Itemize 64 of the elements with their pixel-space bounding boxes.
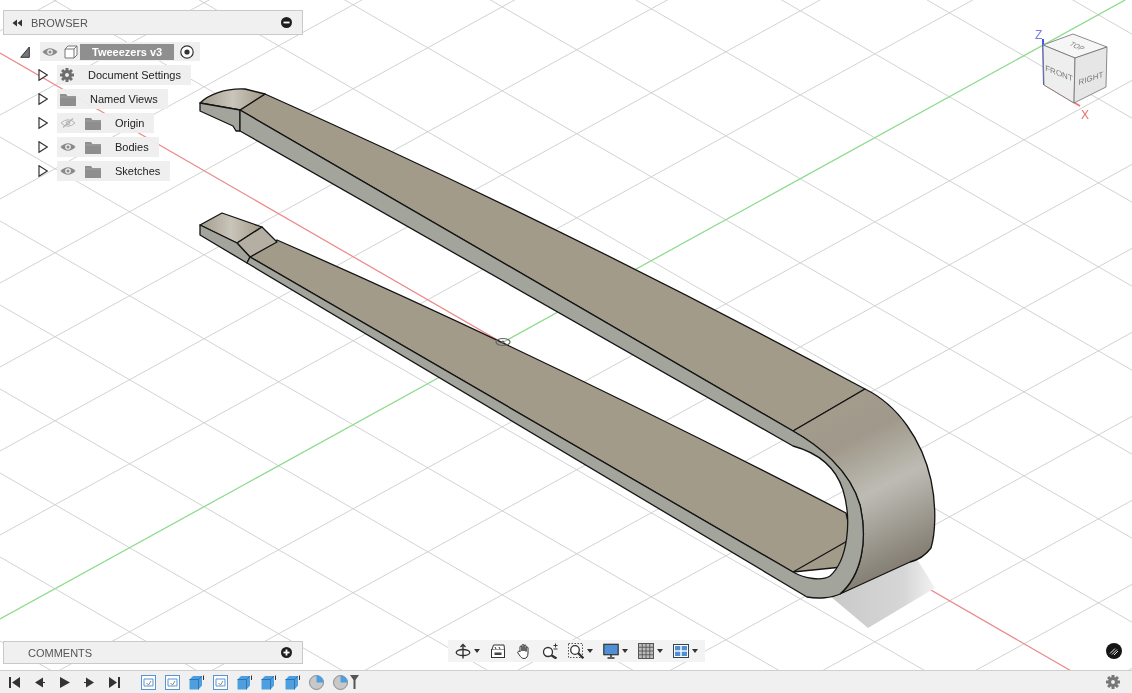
activate-radio-icon[interactable] xyxy=(180,44,195,59)
expand-icon[interactable] xyxy=(38,117,48,129)
orbit-icon xyxy=(455,643,471,659)
panel-title: BROWSER xyxy=(31,16,89,29)
hand-icon xyxy=(516,643,532,659)
caret-icon[interactable] xyxy=(692,649,698,653)
caret-icon[interactable] xyxy=(587,649,593,653)
sketch-feature-icon[interactable] xyxy=(165,674,180,690)
folder-icon xyxy=(85,140,101,154)
extrude-feature-icon[interactable] xyxy=(237,674,252,690)
tree-item[interactable]: Sketches xyxy=(57,161,171,181)
monitor-icon xyxy=(603,643,619,659)
expand-icon[interactable] xyxy=(38,141,48,153)
display-settings-tool[interactable] xyxy=(600,641,631,661)
folder-icon xyxy=(60,92,76,106)
zoom-fit-icon xyxy=(568,643,584,659)
origin-icon[interactable] xyxy=(495,337,511,347)
step-forward-icon xyxy=(84,676,95,688)
skip-end-icon xyxy=(109,676,120,688)
caret-icon[interactable] xyxy=(657,649,663,653)
eye-icon[interactable] xyxy=(42,46,58,57)
sketch-feature-icon[interactable] xyxy=(141,674,156,690)
striped-disc-icon[interactable] xyxy=(1106,643,1122,659)
folder-icon xyxy=(85,116,101,130)
eye-icon[interactable] xyxy=(60,142,76,152)
component-box-icon xyxy=(64,44,78,59)
axis-label: X xyxy=(1081,108,1089,122)
tree-item[interactable]: Named Views xyxy=(57,89,168,109)
viewports-tool[interactable] xyxy=(670,641,701,661)
first-step-button[interactable] xyxy=(6,674,23,690)
extrude-feature-icon[interactable] xyxy=(261,674,276,690)
grid-icon xyxy=(638,643,654,659)
tree-item[interactable]: Bodies xyxy=(57,137,159,157)
plus-circle-icon[interactable] xyxy=(281,647,292,658)
last-step-button[interactable] xyxy=(106,674,123,690)
minus-circle-icon[interactable] xyxy=(281,17,292,28)
zoom-icon xyxy=(542,643,558,659)
gear-icon xyxy=(60,68,74,82)
grid-settings-tool[interactable] xyxy=(635,641,666,661)
panel-title: COMMENTS xyxy=(28,646,94,659)
extrude-feature-icon[interactable] xyxy=(189,674,204,690)
play-icon xyxy=(59,676,70,688)
viewports-icon xyxy=(673,643,689,659)
caret-icon[interactable] xyxy=(474,649,480,653)
tree-item[interactable]: Origin xyxy=(57,113,155,133)
caret-icon[interactable] xyxy=(622,649,628,653)
folder-icon xyxy=(85,164,101,178)
skip-start-icon xyxy=(9,676,20,688)
tree-item[interactable]: Document Settings xyxy=(57,65,191,85)
expand-icon[interactable] xyxy=(20,45,30,58)
sketch-feature-icon[interactable] xyxy=(213,674,228,690)
collapse-icon[interactable] xyxy=(12,18,22,27)
extrude-feature-icon[interactable] xyxy=(285,674,300,690)
look-at-icon xyxy=(490,643,506,659)
settings-icon[interactable] xyxy=(1106,675,1120,689)
step-back-icon xyxy=(34,676,45,688)
expand-icon[interactable] xyxy=(38,165,48,177)
timeline-marker-icon[interactable] xyxy=(350,675,359,689)
expand-icon[interactable] xyxy=(38,69,48,81)
expand-icon[interactable] xyxy=(38,93,48,105)
fit-tool[interactable] xyxy=(565,641,596,661)
document-name: Tweeezers v3 xyxy=(80,43,175,60)
eye-icon[interactable] xyxy=(60,166,76,176)
axis-label: Z xyxy=(1035,28,1043,42)
